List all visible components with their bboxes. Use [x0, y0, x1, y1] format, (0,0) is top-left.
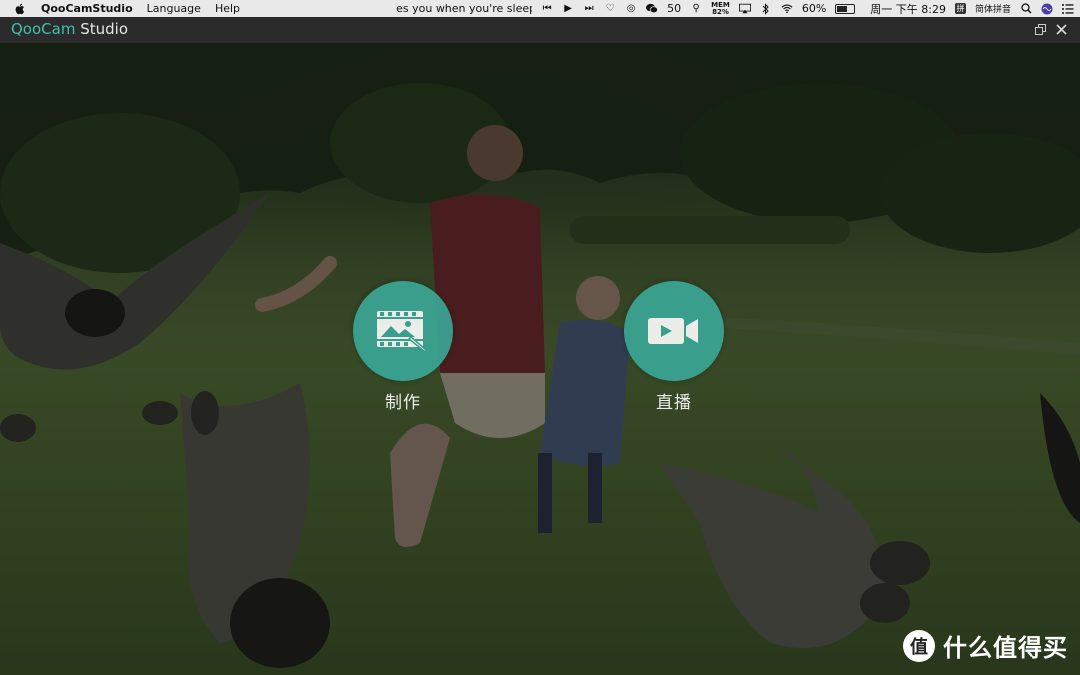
- live-button[interactable]: [624, 281, 724, 381]
- macos-menubar: QooCamStudio Language Help es you when y…: [0, 0, 1080, 17]
- next-track-icon[interactable]: ⏭: [583, 3, 595, 15]
- wifi-icon[interactable]: [781, 3, 793, 15]
- create-button[interactable]: [353, 281, 453, 381]
- clock[interactable]: 周一 下午 8:29: [870, 1, 946, 17]
- previous-track-icon[interactable]: ⏮: [541, 3, 553, 15]
- spotlight-search-icon[interactable]: [1020, 3, 1032, 15]
- apple-icon[interactable]: [14, 3, 25, 15]
- battery-icon[interactable]: [835, 3, 856, 14]
- video-camera-icon: [648, 318, 698, 344]
- background-dim-overlay: [0, 43, 1080, 675]
- logo-studio: Studio: [80, 20, 129, 38]
- language-menu[interactable]: Language: [147, 0, 201, 17]
- watermark-badge: 值: [903, 629, 935, 662]
- logo-cam: Cam: [41, 20, 76, 38]
- battery-percent: 60%: [801, 2, 827, 15]
- help-menu[interactable]: Help: [215, 0, 240, 17]
- bluetooth-icon[interactable]: [760, 2, 772, 15]
- close-icon: [1055, 23, 1067, 35]
- create-action[interactable]: 制作: [353, 281, 453, 413]
- close-window-button[interactable]: [1053, 21, 1069, 37]
- heart-icon[interactable]: ♡: [604, 3, 616, 15]
- siri-icon[interactable]: [1041, 3, 1053, 15]
- memory-indicator[interactable]: MEM 82%: [711, 1, 730, 16]
- airplay-icon[interactable]: [738, 3, 751, 15]
- app-titlebar: QooCam Studio: [0, 17, 1080, 43]
- watermark: 值 什么值得买: [903, 628, 1068, 663]
- tool-icon[interactable]: ⚲: [690, 3, 702, 15]
- restore-icon: [1034, 23, 1046, 35]
- qoocam-studio-logo: QooCam Studio: [11, 20, 128, 38]
- home-stage: 制作 直播 值 什么值得买: [0, 43, 1080, 675]
- live-action[interactable]: 直播: [624, 281, 724, 413]
- memory-value: 82%: [712, 7, 729, 16]
- wechat-count: 50: [667, 2, 682, 15]
- netease-music-icon[interactable]: ◎: [625, 3, 637, 15]
- wechat-icon[interactable]: [646, 3, 659, 15]
- input-method-icon[interactable]: 拼: [954, 3, 966, 14]
- create-label[interactable]: 制作: [353, 388, 453, 413]
- watermark-text: 什么值得买: [943, 634, 1068, 662]
- notification-center-icon[interactable]: [1062, 3, 1074, 15]
- film-edit-icon: [377, 311, 431, 354]
- restore-window-button[interactable]: [1032, 21, 1048, 37]
- app-menu[interactable]: QooCamStudio: [41, 0, 133, 17]
- live-label[interactable]: 直播: [624, 388, 724, 413]
- now-playing-text[interactable]: es you when you're sleeping: [396, 2, 532, 15]
- input-method-label[interactable]: 简体拼音: [975, 2, 1011, 15]
- play-icon[interactable]: ▶: [562, 3, 574, 15]
- logo-qoo: Qoo: [11, 20, 42, 38]
